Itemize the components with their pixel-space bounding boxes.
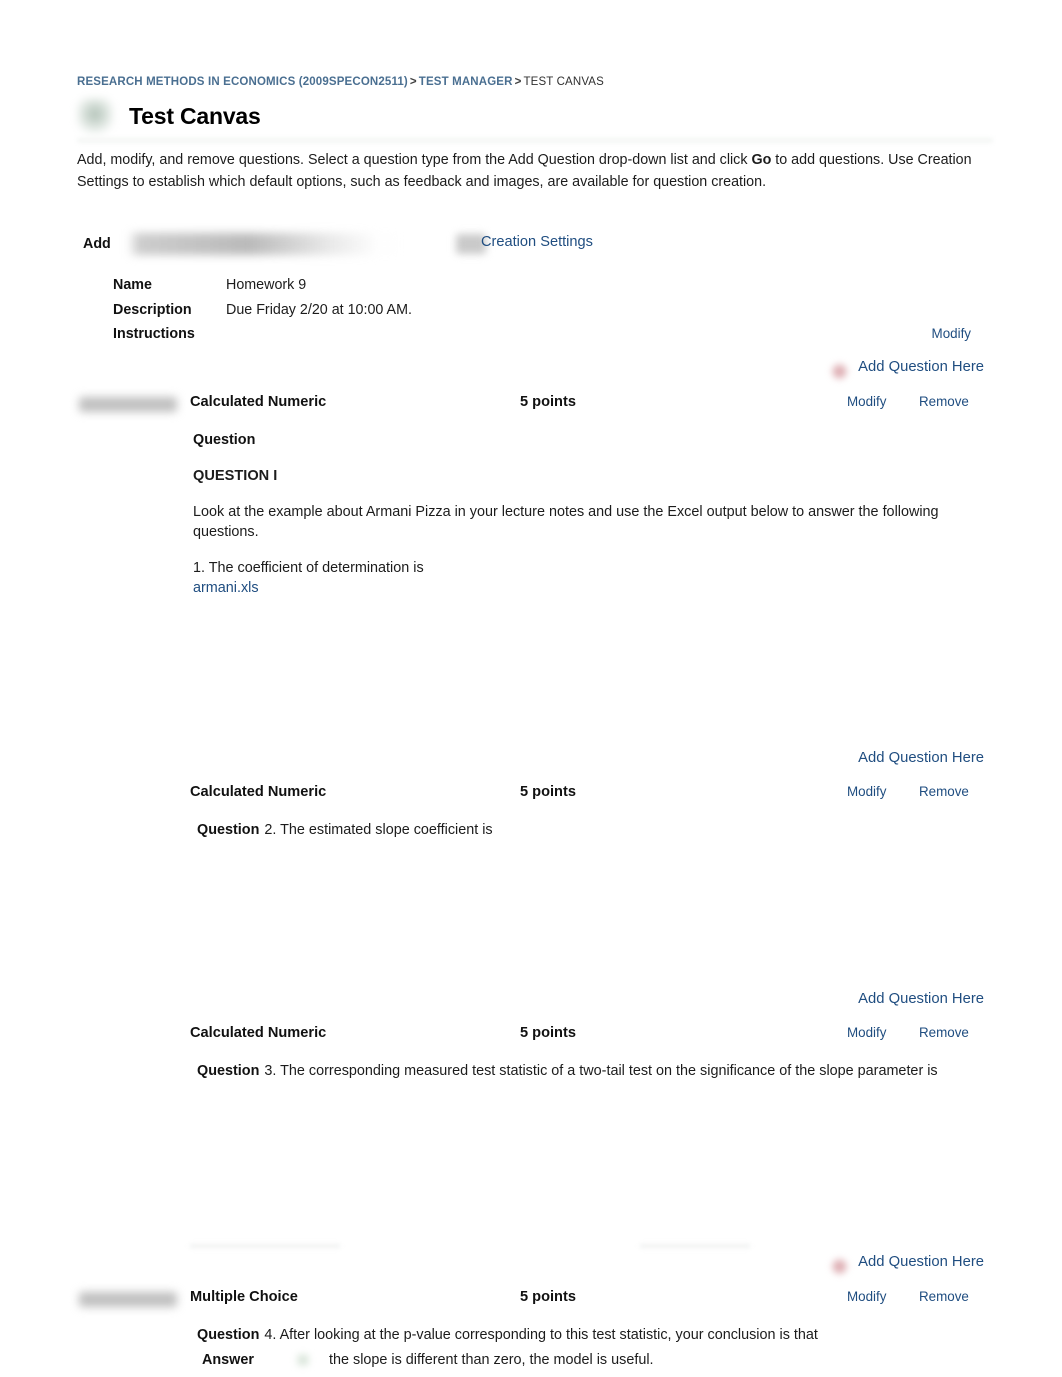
question-text-1: Look at the example about Armani Pizza i…: [193, 504, 939, 540]
question-points-4: 5 points: [520, 1289, 576, 1305]
question-prompt-2: 2. The estimated slope coefficient is: [264, 822, 493, 838]
name-label: Name: [113, 277, 152, 293]
question-body-2: Question 2. The estimated slope coefficie…: [197, 820, 997, 840]
question-type-1: Calculated Numeric: [190, 394, 327, 410]
name-value: Homework 9: [226, 277, 307, 293]
description-value: Due Friday 2/20 at 10:00 AM.: [226, 301, 412, 318]
meta-row-description: Description Due Friday 2/20 at 10:00 AM.: [113, 302, 993, 327]
add-question-here-link-3[interactable]: Add Question Here: [858, 991, 984, 1007]
question-type-4: Multiple Choice: [190, 1289, 298, 1305]
remove-question-1-link[interactable]: Remove: [919, 394, 969, 409]
question-points-3: 5 points: [520, 1025, 576, 1041]
modify-instructions-link[interactable]: Modify: [932, 326, 971, 341]
answer-row-4: Answer the slope is different than zero,…: [197, 1350, 977, 1370]
faint-divider-right: [640, 1243, 750, 1249]
breadcrumb-test-manager-link[interactable]: TEST MANAGER: [419, 76, 513, 88]
answer-text-4: the slope is different than zero, the mo…: [329, 1352, 654, 1368]
breadcrumb-current: TEST CANVAS: [523, 76, 604, 88]
description-label: Description: [113, 301, 192, 318]
creation-settings-link[interactable]: Creation Settings: [481, 234, 593, 250]
add-question-toolbar: Add: [83, 231, 486, 257]
question-prompt-4: 4. After looking at the p-value correspo…: [264, 1327, 818, 1343]
correct-answer-check-icon: [295, 1352, 311, 1368]
page-header: Test Canvas: [77, 96, 261, 136]
question-points-2: 5 points: [520, 784, 576, 800]
question-heading-1: QUESTION I: [193, 468, 278, 484]
meta-row-instructions: Instructions: [113, 326, 993, 351]
header-divider: [77, 137, 993, 144]
breadcrumb-separator-1: >: [409, 76, 417, 88]
question-prompt-3: 3. The corresponding measured test stati…: [264, 1063, 938, 1079]
breadcrumb: RESEARCH METHODS IN ECONOMICS (2009SPECO…: [77, 76, 604, 88]
question-header-1: Calculated Numeric 5 points Modify Remov…: [0, 394, 1062, 418]
modify-question-3-link[interactable]: Modify: [847, 1025, 886, 1040]
question-points-1: 5 points: [520, 394, 576, 410]
add-question-marker-icon: [831, 363, 848, 380]
add-question-marker-icon-2: [831, 1258, 848, 1275]
question-prompt-row-4: Question 4. After looking at the p-value …: [197, 1325, 977, 1345]
question-body-4: Question 4. After looking at the p-value …: [197, 1325, 977, 1370]
intro-go-emphasis: Go: [751, 152, 772, 168]
remove-question-3-link[interactable]: Remove: [919, 1025, 969, 1040]
question-type-select[interactable]: [127, 233, 398, 255]
add-label: Add: [83, 236, 111, 252]
question-label-1: Question: [193, 432, 256, 448]
question-number-thumb-1: [79, 397, 177, 412]
modify-question-4-link[interactable]: Modify: [847, 1289, 886, 1304]
question-header-2: Calculated Numeric 5 points Modify Remov…: [0, 784, 1062, 808]
instructions-label: Instructions: [113, 326, 195, 342]
question-prompt-row-3: Question 3. The corresponding measured te…: [197, 1061, 957, 1081]
breadcrumb-course-link[interactable]: RESEARCH METHODS IN ECONOMICS (2009SPECO…: [77, 76, 408, 88]
intro-text: Add, modify, and remove questions. Selec…: [77, 150, 987, 193]
remove-question-4-link[interactable]: Remove: [919, 1289, 969, 1304]
breadcrumb-separator-2: >: [514, 76, 522, 88]
modify-question-1-link[interactable]: Modify: [847, 394, 886, 409]
remove-question-2-link[interactable]: Remove: [919, 784, 969, 799]
question-body-1: Question QUESTION I Look at the example …: [193, 430, 993, 598]
question-header-3: Calculated Numeric 5 points Modify Remov…: [0, 1025, 1062, 1049]
add-question-here-link-1[interactable]: Add Question Here: [858, 359, 984, 375]
intro-part-1: Add, modify, and remove questions. Selec…: [77, 152, 752, 168]
faint-divider-left: [190, 1243, 340, 1249]
add-question-here-link-2[interactable]: Add Question Here: [858, 750, 984, 766]
modify-question-2-link[interactable]: Modify: [847, 784, 886, 799]
page-title: Test Canvas: [129, 102, 261, 129]
test-canvas-page: RESEARCH METHODS IN ECONOMICS (2009SPECO…: [0, 0, 1062, 1377]
question-label-2: Question: [197, 822, 260, 838]
add-question-here-link-4[interactable]: Add Question Here: [858, 1254, 984, 1270]
test-canvas-icon: [77, 98, 113, 134]
question-prompt-1: 1. The coefficient of determination is: [193, 560, 424, 576]
question-body-3: Question 3. The corresponding measured te…: [197, 1061, 957, 1081]
question-label-3: Question: [197, 1063, 260, 1079]
question-prompt-row-2: Question 2. The estimated slope coefficie…: [197, 820, 997, 840]
question-type-2: Calculated Numeric: [190, 784, 327, 800]
meta-row-name: Name Homework 9: [113, 277, 993, 302]
question-header-4: Multiple Choice 5 points Modify Remove: [0, 1289, 1062, 1313]
question-attachment-link-1[interactable]: armani.xls: [193, 580, 259, 596]
test-meta: Name Homework 9 Description Due Friday 2…: [113, 277, 993, 351]
question-type-3: Calculated Numeric: [190, 1025, 327, 1041]
question-label-4: Question: [197, 1327, 260, 1343]
question-number-thumb-4: [79, 1292, 177, 1307]
answer-label-4: Answer: [202, 1352, 254, 1368]
